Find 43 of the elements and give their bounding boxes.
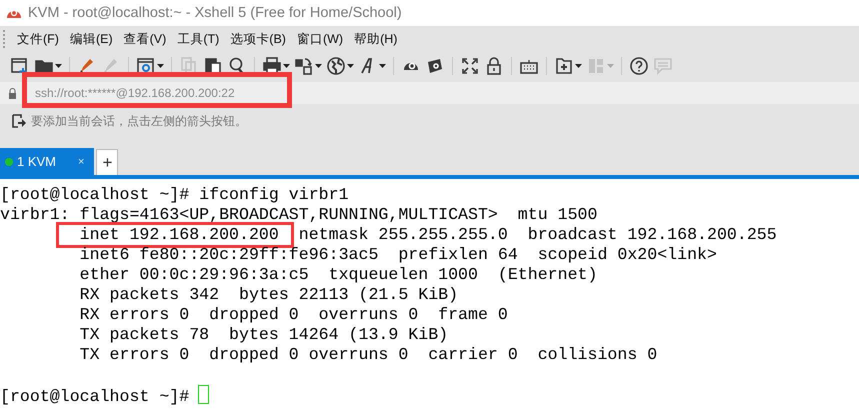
- hint-text: 要添加当前会话，点击左侧的箭头按钮。: [31, 112, 247, 130]
- fullscreen-icon: [460, 56, 480, 76]
- menu-item[interactable]: 文件(F): [12, 28, 64, 50]
- window-title: KVM - root@localhost:~ - Xshell 5 (Free for Home/School): [28, 5, 402, 21]
- menu-item[interactable]: 窗口(W): [292, 28, 348, 50]
- chat-icon: [653, 56, 673, 76]
- caret-icon: [283, 64, 290, 68]
- terminal-line: ether 00:0c:29:96:3a:c5 txqueuelen 1000 (Ethernet): [78, 265, 598, 284]
- terminal-line: TX packets 78 bytes 14264 (13.9 KiB): [78, 325, 448, 344]
- lock-icon: [484, 56, 504, 76]
- caret-icon: [379, 64, 386, 68]
- lock-icon: [8, 88, 17, 98]
- transfer-button[interactable]: [292, 56, 324, 76]
- caret-icon: [157, 64, 164, 68]
- terminal-line: RX errors 0 dropped 0 overruns 0 frame 0: [78, 305, 508, 324]
- menu-item[interactable]: 工具(T): [172, 28, 224, 50]
- caret-icon: [607, 64, 614, 68]
- terminal-line: inet6 fe80::20c:29ff:fe96:3ac5 prefixlen 64 scopeid 0x20<link>: [78, 245, 717, 264]
- caret-icon: [315, 64, 322, 68]
- menu-item[interactable]: 帮助(H): [349, 28, 402, 50]
- globe-icon: [326, 56, 346, 76]
- caret-icon: [575, 64, 582, 68]
- help-button[interactable]: [627, 56, 651, 76]
- terminal-line: inet 192.168.200.200 netmask 255.255.255.0 broadcast 192.168.200.255: [78, 225, 777, 244]
- new-tab-button[interactable]: +: [96, 149, 118, 175]
- terminal-line: RX packets 342 bytes 22113 (21.5 KiB): [78, 285, 458, 304]
- caret-icon: [55, 64, 62, 68]
- terminal-line: virbr1: flags=4163<UP,BROADCAST,RUNNING,MULTICAST> mtu 1500: [0, 205, 598, 224]
- help-icon: [629, 56, 649, 76]
- add-session-arrow-icon[interactable]: [12, 114, 26, 128]
- menu-item[interactable]: 编辑(E): [64, 28, 118, 50]
- terminal-line: TX errors 0 dropped 0 overruns 0 carrier 0 collisions 0: [78, 345, 658, 364]
- new-session-icon: [10, 56, 30, 76]
- caret-icon: [347, 64, 354, 68]
- transfer-icon: [294, 56, 314, 76]
- menu-item[interactable]: 选项卡(B): [225, 28, 291, 50]
- terminal-prompt: [root@localhost ~]#: [0, 387, 190, 406]
- session-tab[interactable]: 1 KVM ×: [0, 148, 94, 175]
- new-tab-icon: [554, 56, 574, 76]
- terminal-line: [root@localhost ~]# ifconfig virbr1: [0, 185, 349, 204]
- globe-button[interactable]: [324, 56, 356, 76]
- layout-icon: [586, 56, 606, 76]
- menu-item[interactable]: 查看(V): [118, 28, 172, 50]
